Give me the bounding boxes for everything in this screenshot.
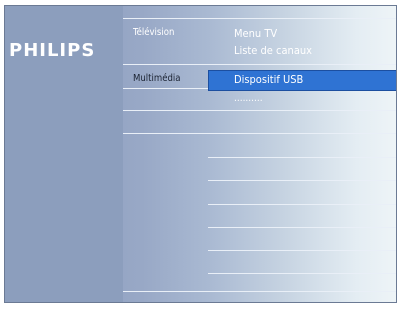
divider	[208, 227, 396, 228]
divider	[208, 204, 396, 205]
menu-frame: PHILIPS Télévision Multimédia Menu TV Li…	[4, 5, 397, 303]
brand-panel: PHILIPS	[5, 6, 123, 302]
divider	[208, 250, 396, 251]
divider	[208, 273, 396, 274]
menu-item-television[interactable]: Télévision	[133, 27, 174, 38]
philips-logo: PHILIPS	[9, 40, 96, 61]
submenu-item-menu-tv[interactable]: Menu TV	[234, 27, 277, 40]
tv-screen: PHILIPS Télévision Multimédia Menu TV Li…	[0, 0, 401, 310]
divider	[123, 64, 396, 65]
divider	[208, 157, 396, 158]
divider	[123, 133, 396, 134]
divider	[123, 110, 396, 111]
submenu-item-placeholder[interactable]: ..........	[234, 93, 263, 104]
divider	[208, 180, 396, 181]
submenu-item-channel-list[interactable]: Liste de canaux	[234, 44, 312, 57]
divider	[123, 291, 396, 292]
submenu-item-usb-device[interactable]: Dispositif USB	[234, 73, 303, 86]
divider	[123, 18, 396, 19]
menu-item-multimedia[interactable]: Multimédia	[133, 73, 181, 84]
